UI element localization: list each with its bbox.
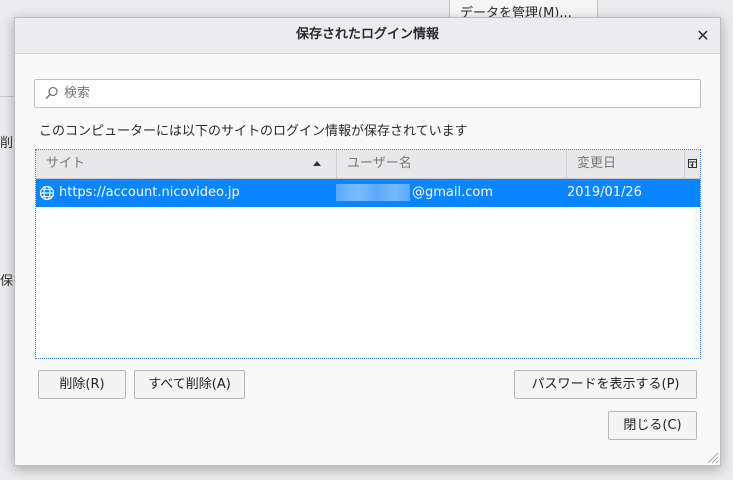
column-header-site[interactable]: サイト xyxy=(36,150,336,178)
delete-all-button[interactable]: すべて削除(A) xyxy=(134,370,245,399)
show-passwords-button[interactable]: パスワードを表示する(P) xyxy=(514,370,697,399)
column-header-username[interactable]: ユーザー名 xyxy=(336,150,566,178)
titlebar: 保存されたログイン情報 ✕ xyxy=(15,18,720,54)
search-icon xyxy=(45,86,58,99)
redacted-block xyxy=(336,184,410,201)
background-partial-text: 削除 xyxy=(0,136,14,151)
table-header: サイト ユーザー名 変更日 xyxy=(36,150,700,179)
search-input[interactable]: 検索 xyxy=(34,79,701,108)
table-row[interactable]: https://account.nicovideo.jp @gmail.com … xyxy=(36,179,700,207)
sort-ascending-icon xyxy=(313,161,321,166)
close-icon[interactable]: ✕ xyxy=(694,27,712,45)
background-partial-text: 保 xyxy=(0,274,14,289)
saved-logins-dialog: 保存されたログイン情報 ✕ 検索 このコンピューターには以下のサイトのログイン情… xyxy=(14,17,721,466)
column-picker[interactable] xyxy=(684,150,700,178)
row-date: 2019/01/26 xyxy=(567,185,642,200)
row-site: https://account.nicovideo.jp xyxy=(59,185,240,200)
dialog-title: 保存されたログイン情報 xyxy=(295,27,439,42)
background-divider xyxy=(0,96,14,97)
search-placeholder: 検索 xyxy=(64,86,91,101)
column-header-date[interactable]: 変更日 xyxy=(566,150,684,178)
row-username: @gmail.com xyxy=(336,179,566,207)
description-text: このコンピューターには以下のサイトのログイン情報が保存されています xyxy=(39,124,468,139)
globe-icon xyxy=(39,185,55,201)
resize-grip-icon[interactable] xyxy=(705,450,719,464)
column-picker-icon xyxy=(688,159,697,168)
row-username-domain: @gmail.com xyxy=(412,185,494,200)
close-button[interactable]: 閉じる(C) xyxy=(608,411,697,440)
logins-table[interactable]: サイト ユーザー名 変更日 https://account.nicovideo.… xyxy=(35,149,701,359)
delete-button[interactable]: 削除(R) xyxy=(38,370,126,399)
